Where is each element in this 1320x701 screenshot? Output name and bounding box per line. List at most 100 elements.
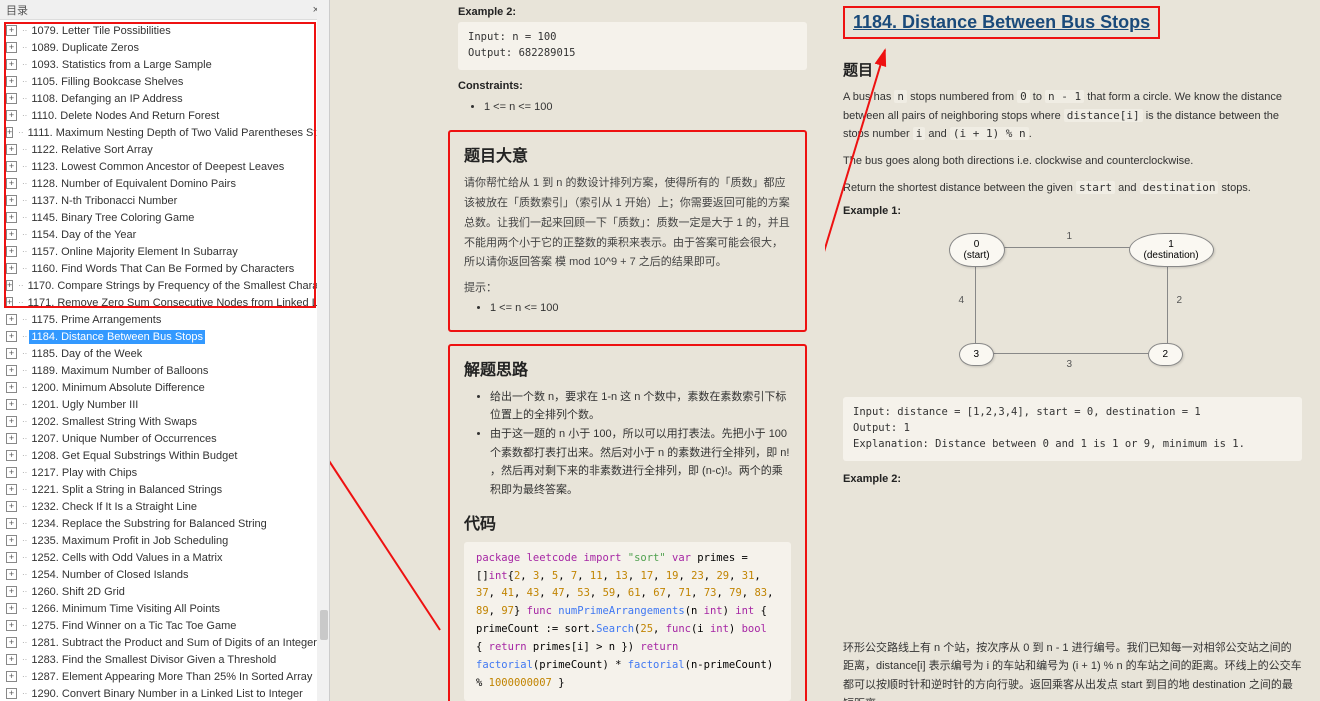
tree-dots-icon: ·· [22,517,27,531]
tree-item[interactable]: +··1232. Check If It Is a Straight Line [0,498,329,515]
expand-icon[interactable]: + [6,297,13,308]
tree-item[interactable]: +··1290. Convert Binary Number in a Link… [0,685,329,701]
expand-icon[interactable]: + [6,25,17,36]
node-3: 3 [959,343,995,366]
edge-bottom: 3 [1067,359,1073,370]
expand-icon[interactable]: + [6,450,17,461]
expand-icon[interactable]: + [6,467,17,478]
tree-item-label: 1093. Statistics from a Large Sample [29,58,213,72]
expand-icon[interactable]: + [6,569,17,580]
expand-icon[interactable]: + [6,195,17,206]
expand-icon[interactable]: + [6,433,17,444]
tree-item[interactable]: +··1221. Split a String in Balanced Stri… [0,481,329,498]
tree-item[interactable]: +··1235. Maximum Profit in Job Schedulin… [0,532,329,549]
tree-item[interactable]: +··1111. Maximum Nesting Depth of Two Va… [0,124,329,141]
tree-item[interactable]: +··1123. Lowest Common Ancestor of Deepe… [0,158,329,175]
expand-icon[interactable]: + [6,229,17,240]
expand-icon[interactable]: + [6,501,17,512]
expand-icon[interactable]: + [6,399,17,410]
tree-dots-icon: ·· [22,534,27,548]
subject-heading: 题目 [843,59,1302,80]
tree-item[interactable]: +··1260. Shift 2D Grid [0,583,329,600]
expand-icon[interactable]: + [6,93,17,104]
expand-icon[interactable]: + [6,552,17,563]
expand-icon[interactable]: + [6,42,17,53]
expand-icon[interactable]: + [6,246,17,257]
tree-item[interactable]: +··1145. Binary Tree Coloring Game [0,209,329,226]
expand-icon[interactable]: + [6,365,17,376]
expand-icon[interactable]: + [6,161,17,172]
expand-icon[interactable]: + [6,59,17,70]
expand-icon[interactable]: + [6,518,17,529]
page-title[interactable]: 1184. Distance Between Bus Stops [849,10,1154,35]
tree-item[interactable]: +··1200. Minimum Absolute Difference [0,379,329,396]
tree-item[interactable]: +··1137. N-th Tribonacci Number [0,192,329,209]
tree-item[interactable]: +··1154. Day of the Year [0,226,329,243]
expand-icon[interactable]: + [6,178,17,189]
tree-item-label: 1202. Smallest String With Swaps [29,415,199,429]
expand-icon[interactable]: + [6,331,17,342]
expand-icon[interactable]: + [6,484,17,495]
tree-item[interactable]: +··1108. Defanging an IP Address [0,90,329,107]
tree-item[interactable]: +··1207. Unique Number of Occurrences [0,430,329,447]
tree-item[interactable]: +··1175. Prime Arrangements [0,311,329,328]
tree-item[interactable]: +··1287. Element Appearing More Than 25%… [0,668,329,685]
tree-item[interactable]: +··1128. Number of Equivalent Domino Pai… [0,175,329,192]
tree-item[interactable]: +··1122. Relative Sort Array [0,141,329,158]
tree-dots-icon: ·· [22,41,27,55]
expand-icon[interactable]: + [6,144,17,155]
example1-code: Input: distance = [1,2,3,4], start = 0, … [843,397,1302,460]
node-0: 0 (start) [949,233,1005,267]
tree-item-label: 1283. Find the Smallest Divisor Given a … [29,653,278,667]
expand-icon[interactable]: + [6,110,17,121]
tree-item-label: 1105. Filling Bookcase Shelves [29,75,185,89]
expand-icon[interactable]: + [6,688,17,699]
tree-item[interactable]: +··1217. Play with Chips [0,464,329,481]
expand-icon[interactable]: + [6,416,17,427]
expand-icon[interactable]: + [6,603,17,614]
tree-item[interactable]: +··1105. Filling Bookcase Shelves [0,73,329,90]
tree-item[interactable]: +··1283. Find the Smallest Divisor Given… [0,651,329,668]
tree-item[interactable]: +··1170. Compare Strings by Frequency of… [0,277,329,294]
tree-item[interactable]: +··1189. Maximum Number of Balloons [0,362,329,379]
expand-icon[interactable]: + [6,586,17,597]
expand-icon[interactable]: + [6,314,17,325]
expand-icon[interactable]: + [6,535,17,546]
tree-item-label: 1201. Ugly Number III [29,398,140,412]
expand-icon[interactable]: + [6,671,17,682]
tree-item[interactable]: +··1157. Online Majority Element In Suba… [0,243,329,260]
expand-icon[interactable]: + [6,127,13,138]
tree-item[interactable]: +··1110. Delete Nodes And Return Forest [0,107,329,124]
tree-item[interactable]: +··1254. Number of Closed Islands [0,566,329,583]
tree-item[interactable]: +··1275. Find Winner on a Tic Tac Toe Ga… [0,617,329,634]
sidebar-tree[interactable]: +··1079. Letter Tile Possibilities+··108… [0,20,329,701]
scroll-thumb[interactable] [320,610,328,640]
tree-item[interactable]: +··1281. Subtract the Product and Sum of… [0,634,329,651]
tree-item[interactable]: +··1252. Cells with Odd Values in a Matr… [0,549,329,566]
tree-item[interactable]: +··1266. Minimum Time Visiting All Point… [0,600,329,617]
idea-title: 解题思路 [464,356,791,380]
tree-item[interactable]: +··1201. Ugly Number III [0,396,329,413]
tree-item[interactable]: +··1079. Letter Tile Possibilities [0,22,329,39]
tree-item[interactable]: +··1184. Distance Between Bus Stops [0,328,329,345]
tree-item[interactable]: +··1089. Duplicate Zeros [0,39,329,56]
expand-icon[interactable]: + [6,76,17,87]
tree-item[interactable]: +··1202. Smallest String With Swaps [0,413,329,430]
tree-item[interactable]: +··1208. Get Equal Substrings Within Bud… [0,447,329,464]
scrollbar[interactable] [317,0,329,701]
expand-icon[interactable]: + [6,348,17,359]
expand-icon[interactable]: + [6,212,17,223]
expand-icon[interactable]: + [6,620,17,631]
expand-icon[interactable]: + [6,654,17,665]
tree-item-label: 1281. Subtract the Product and Sum of Di… [29,636,319,650]
tree-item[interactable]: +··1185. Day of the Week [0,345,329,362]
tree-dots-icon: ·· [18,279,23,293]
expand-icon[interactable]: + [6,263,17,274]
tree-item[interactable]: +··1171. Remove Zero Sum Consecutive Nod… [0,294,329,311]
expand-icon[interactable]: + [6,637,17,648]
tree-item[interactable]: +··1093. Statistics from a Large Sample [0,56,329,73]
expand-icon[interactable]: + [6,382,17,393]
tree-item[interactable]: +··1160. Find Words That Can Be Formed b… [0,260,329,277]
expand-icon[interactable]: + [6,280,13,291]
tree-item[interactable]: +··1234. Replace the Substring for Balan… [0,515,329,532]
